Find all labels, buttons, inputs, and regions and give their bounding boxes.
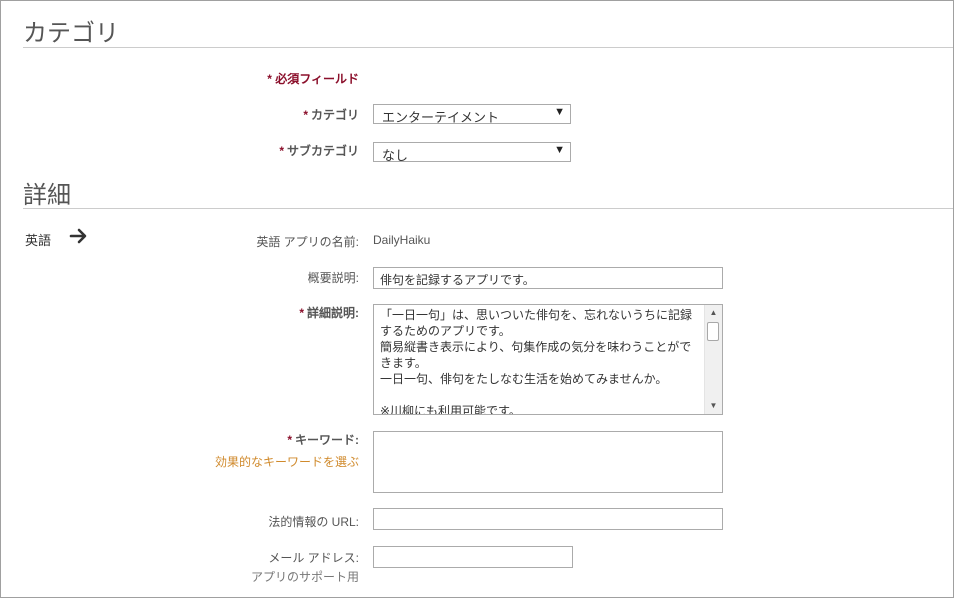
app-form-page: カテゴリ * 必須フィールド * カテゴリ エンターテイメント ▼ * サブカテゴリ… (0, 0, 954, 598)
app-name-value: DailyHaiku (373, 233, 431, 247)
category-select[interactable]: エンターテイメント ▼ (373, 104, 571, 125)
email-label: メール アドレス: (268, 551, 359, 565)
subcategory-select-value: なし (382, 148, 409, 163)
description-text: 「一日一句」は、思いついた俳句を、忘れないうちに記録するためのアプリです。 簡易… (380, 308, 693, 415)
arrow-right-icon[interactable] (69, 227, 89, 245)
scroll-up-icon[interactable]: ▲ (705, 305, 722, 321)
category-select-value: エンターテイメント (382, 110, 500, 125)
legal-url-label: 法的情報の URL: (268, 515, 359, 529)
summary-label: 概要説明: (307, 271, 359, 285)
description-label: * 詳細説明: (299, 306, 359, 320)
scroll-thumb[interactable] (707, 322, 719, 341)
subcategory-label: * サブカテゴリ (279, 144, 359, 158)
details-section-title: 詳細 (23, 182, 71, 209)
chevron-down-icon: ▼ (554, 144, 565, 156)
category-section-divider (23, 47, 953, 48)
category-label: * カテゴリ (303, 108, 359, 122)
summary-input[interactable]: 俳句を記録するアプリです。 (373, 267, 723, 289)
keywords-label: * キーワード: (287, 433, 359, 447)
language-label: 英語 (25, 233, 52, 248)
scroll-down-icon[interactable]: ▼ (705, 398, 722, 414)
email-sublabel: アプリのサポート用 (250, 570, 359, 584)
description-scrollbar[interactable]: ▲ ▼ (704, 305, 722, 414)
required-field-note: * 必須フィールド (267, 72, 359, 86)
keywords-input[interactable] (373, 431, 723, 493)
choose-keywords-link[interactable]: 効果的なキーワードを選ぶ (215, 453, 359, 470)
chevron-down-icon: ▼ (554, 106, 565, 118)
subcategory-select[interactable]: なし ▼ (373, 142, 571, 163)
details-section-divider (23, 208, 953, 209)
legal-url-input[interactable] (373, 508, 723, 530)
required-star: * (299, 306, 304, 320)
required-star: * (279, 144, 284, 158)
required-star: * (287, 433, 292, 447)
app-name-label: 英語 アプリの名前: (256, 235, 359, 249)
description-textarea[interactable]: 「一日一句」は、思いついた俳句を、忘れないうちに記録するためのアプリです。 簡易… (373, 304, 723, 415)
category-section-title: カテゴリ (23, 20, 119, 47)
required-star: * (303, 108, 308, 122)
email-input[interactable] (373, 546, 573, 568)
